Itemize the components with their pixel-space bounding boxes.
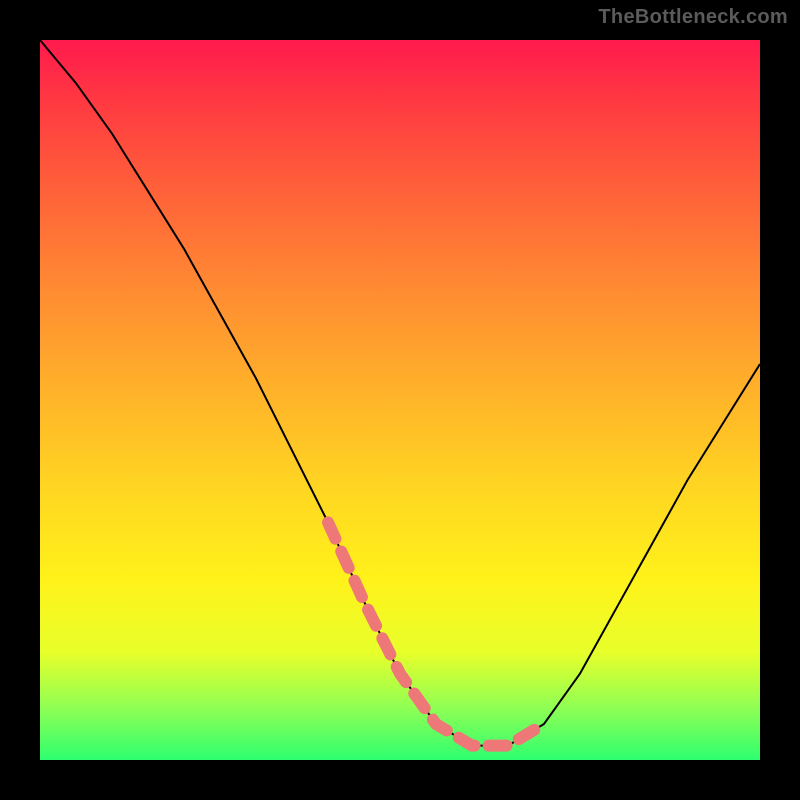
attribution-text: TheBottleneck.com [598, 6, 788, 29]
bottleneck-curve [40, 40, 760, 746]
curve-svg [40, 40, 760, 760]
chart-container: TheBottleneck.com [0, 0, 800, 800]
plot-area [40, 40, 760, 760]
highlight-segment [328, 522, 544, 745]
